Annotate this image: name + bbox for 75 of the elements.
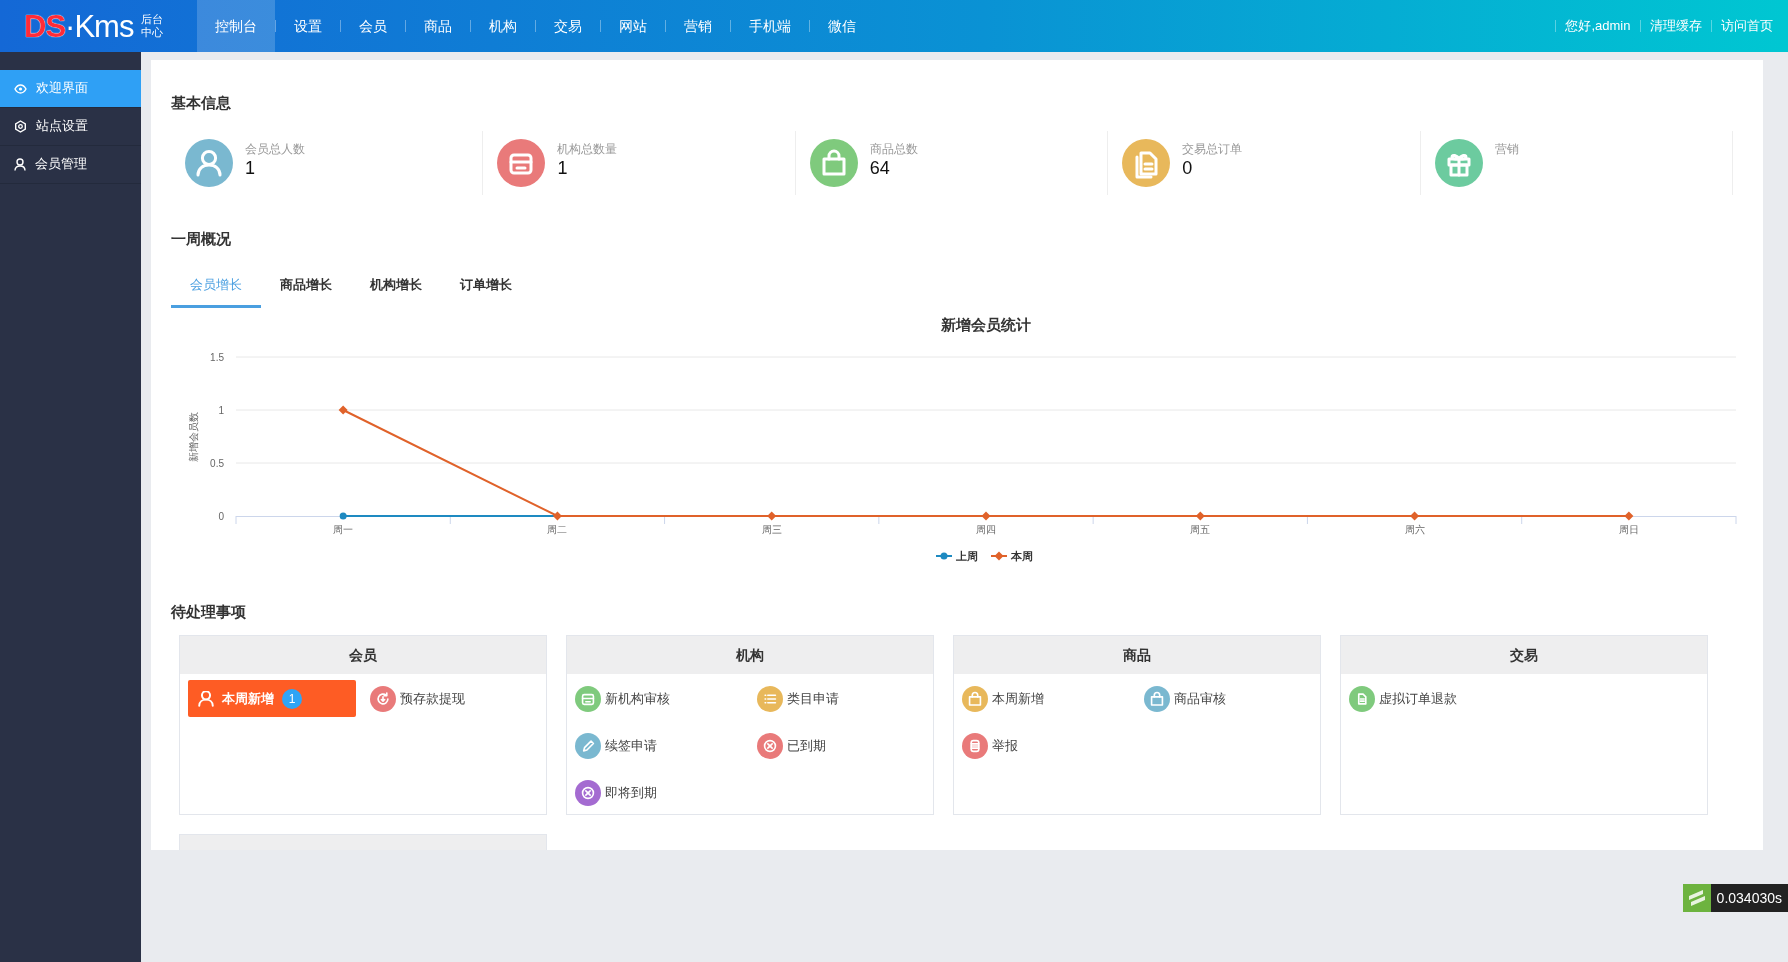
stat-value: 1 (245, 157, 256, 179)
stat-label: 会员总人数 (245, 141, 305, 157)
sidebar-item[interactable]: 站点设置 (0, 108, 141, 146)
nav-tab[interactable]: 手机端 (731, 0, 809, 52)
task-link[interactable]: 即将到期 (575, 774, 657, 811)
nav-tab[interactable]: 会员 (341, 0, 405, 52)
data-point (981, 511, 991, 521)
stat-label: 商品总数 (869, 141, 918, 157)
nav-tab[interactable]: 商品 (406, 0, 470, 52)
data-point (339, 512, 347, 520)
stat-label: 营销 (1494, 141, 1519, 157)
task-link[interactable]: 类目申请 (757, 680, 839, 717)
chart-tab[interactable]: 商品增长 (261, 264, 351, 308)
data-point (552, 511, 562, 521)
legend-label: 本周 (1010, 550, 1033, 562)
axis-label: 1 (218, 404, 224, 416)
person-icon (14, 158, 26, 171)
axis-label: 0.5 (210, 457, 224, 469)
axis-label: 周一 (333, 524, 354, 535)
data-point (338, 405, 348, 415)
task-link[interactable]: 商品审核 (1144, 680, 1226, 717)
chart-title: 新增会员统计 (941, 316, 1031, 333)
card-title: 会员 (180, 636, 546, 674)
nav-tab[interactable]: 营销 (666, 0, 730, 52)
axis-label: 周二 (547, 524, 568, 535)
section-title: 待处理事项 (171, 602, 247, 622)
logo-subtitle: 后台 (141, 13, 164, 26)
nav-tab[interactable]: 设置 (276, 0, 340, 52)
eye-icon (14, 83, 27, 94)
legend-item[interactable]: 本周 (990, 550, 1033, 562)
chart-tab[interactable]: 机构增长 (351, 264, 441, 308)
task-link[interactable]: 已到期 (757, 727, 826, 764)
nav-tab[interactable]: 控制台 (197, 0, 275, 52)
legend-item[interactable]: 上周 (935, 550, 978, 562)
stat-value: 64 (869, 157, 891, 179)
axis-label: 周四 (976, 524, 996, 535)
data-point (1195, 511, 1205, 521)
axis-title: 新增会员数 (188, 411, 199, 462)
nav-tab[interactable]: 机构 (471, 0, 535, 52)
gear-icon (14, 120, 27, 133)
stat-label: 机构总数量 (557, 141, 618, 157)
task-link[interactable]: 预存款提现 (370, 680, 465, 717)
count-badge: 1 (282, 688, 302, 709)
chart-tab[interactable]: 订单增长 (441, 264, 531, 308)
timer-text: 0.034030s (1710, 884, 1788, 912)
card-title: 机构 (567, 636, 933, 674)
section-title: 基本信息 (171, 93, 232, 113)
card-title: 商品 (954, 636, 1320, 674)
logo-subtitle: 中心 (141, 26, 164, 39)
data-point (1624, 511, 1634, 521)
data-point (767, 511, 777, 521)
task-link[interactable]: 续签申请 (575, 727, 657, 764)
legend-label: 上周 (955, 550, 978, 562)
task-link[interactable]: 本周新增 (962, 680, 1044, 717)
logo-text: DS·Kms (24, 10, 134, 42)
task-link[interactable]: 虚拟订单退款 (1349, 680, 1457, 717)
task-link[interactable]: 举报 (962, 727, 1018, 764)
sidebar-item[interactable]: 会员管理 (0, 146, 141, 184)
task-link[interactable]: 新机构审核 (575, 680, 670, 717)
nav-tab[interactable]: 网站 (601, 0, 665, 52)
person-icon (198, 690, 214, 707)
axis-label: 周五 (1190, 524, 1211, 535)
stat-value: 1 (557, 157, 569, 179)
axis-label: 0 (218, 510, 224, 522)
data-point (1410, 511, 1420, 521)
axis-label: 周三 (761, 524, 782, 535)
section-title: 一周概况 (171, 229, 232, 249)
stat-value: 0 (1182, 157, 1194, 179)
nav-tab[interactable]: 微信 (810, 0, 874, 52)
card-title: 交易 (1341, 636, 1707, 674)
axis-label: 周六 (1404, 524, 1425, 535)
stat-label: 交易总订单 (1182, 141, 1243, 157)
axis-label: 1.5 (210, 351, 224, 363)
axis-label: 周日 (1618, 524, 1639, 535)
nav-tab[interactable]: 交易 (536, 0, 600, 52)
